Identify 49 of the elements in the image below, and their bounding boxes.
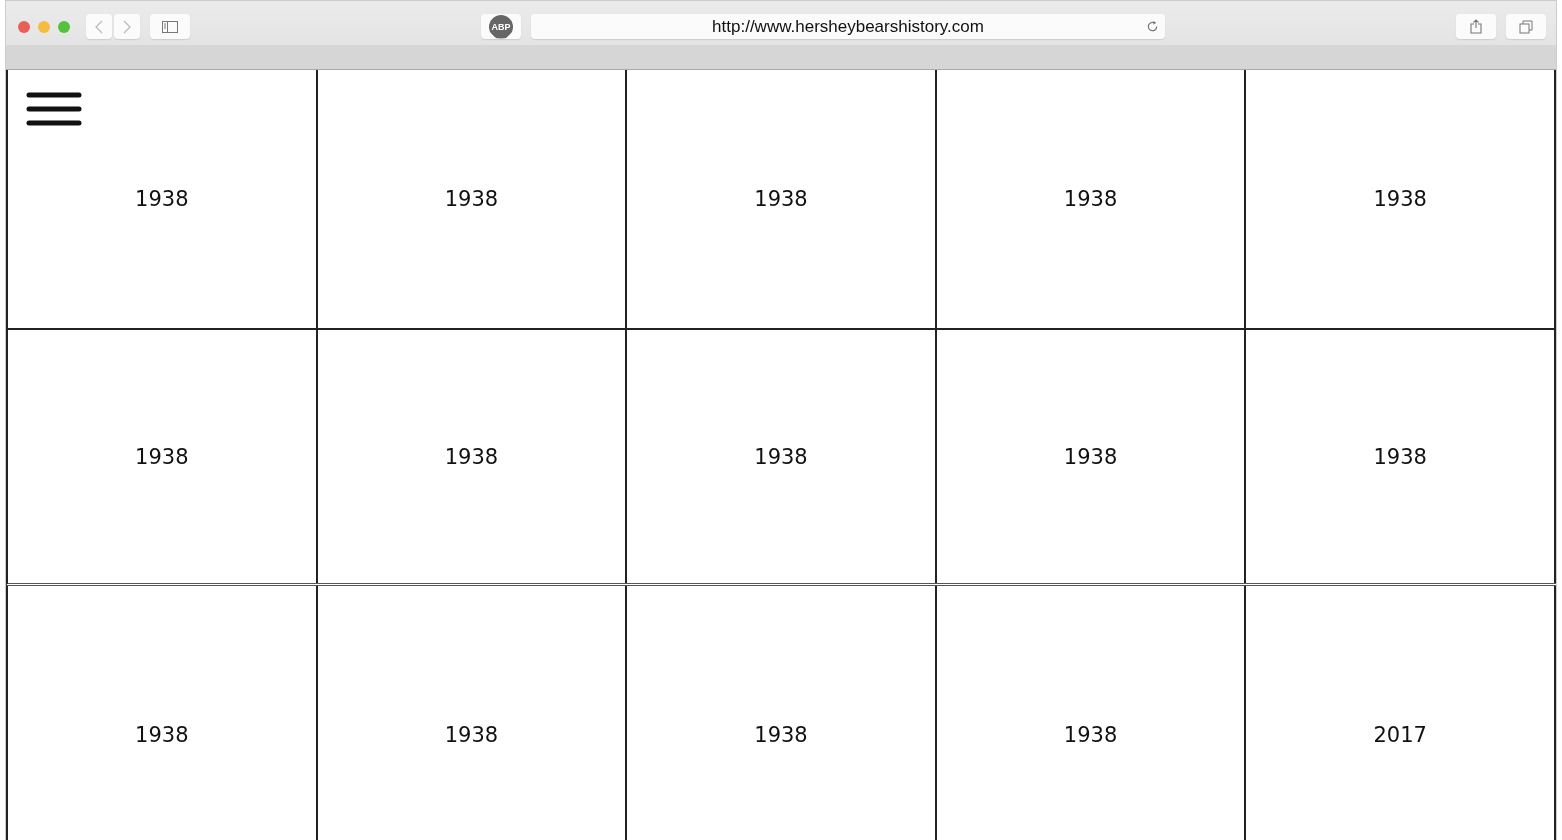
- year-label: 1938: [444, 723, 499, 747]
- year-label: 1938: [754, 187, 808, 211]
- forward-button[interactable]: [114, 14, 140, 39]
- share-icon: [1470, 19, 1482, 34]
- year-tile[interactable]: 1938: [8, 586, 318, 840]
- year-label: 1938: [1063, 444, 1118, 469]
- back-button[interactable]: [86, 14, 112, 39]
- year-tile[interactable]: 1938: [317, 70, 628, 330]
- year-tile[interactable]: 1938: [8, 330, 318, 583]
- year-tile[interactable]: 1938: [1246, 330, 1556, 583]
- year-label: 1938: [444, 187, 499, 211]
- year-tile[interactable]: 1938: [317, 330, 628, 583]
- url-text: http://www.hersheybearshistory.com: [712, 16, 984, 37]
- adblock-stop-icon: ABP: [489, 14, 513, 39]
- year-tile[interactable]: 1938: [936, 330, 1247, 583]
- reload-icon[interactable]: [1146, 20, 1159, 33]
- year-tile[interactable]: 2017: [1246, 586, 1556, 840]
- year-label: 1938: [1373, 444, 1427, 469]
- year-tile[interactable]: 1938: [936, 70, 1247, 330]
- sidebar-icon: [162, 20, 178, 33]
- year-tile[interactable]: 1938: [8, 70, 318, 330]
- year-tile[interactable]: 1938: [1246, 70, 1556, 330]
- year-tile[interactable]: 1938: [936, 586, 1247, 840]
- tabs-button[interactable]: [1506, 14, 1546, 39]
- zoom-button[interactable]: [58, 21, 70, 33]
- year-label: 1938: [1063, 723, 1118, 747]
- year-tile[interactable]: 1938: [627, 70, 937, 330]
- year-label: 1938: [754, 444, 808, 469]
- year-tile[interactable]: 1938: [317, 586, 628, 840]
- year-label: 1938: [135, 723, 189, 747]
- menu-icon[interactable]: [26, 91, 82, 127]
- address-bar[interactable]: http://www.hersheybearshistory.com: [531, 14, 1165, 39]
- tabs-icon: [1519, 19, 1533, 34]
- year-tile[interactable]: 1938: [627, 330, 937, 583]
- chevron-left-icon: [95, 19, 103, 34]
- close-button[interactable]: [18, 21, 30, 33]
- year-label: 1938: [754, 723, 808, 747]
- minimize-button[interactable]: [38, 21, 50, 33]
- year-tile[interactable]: 1938: [627, 586, 937, 840]
- share-button[interactable]: [1456, 14, 1496, 39]
- sidebar-button[interactable]: [150, 14, 190, 39]
- year-label: 1938: [1373, 187, 1427, 211]
- year-label: 1938: [135, 444, 189, 469]
- year-label: 1938: [135, 187, 189, 211]
- adblock-button[interactable]: ABP: [481, 14, 521, 39]
- year-label: 2017: [1373, 723, 1427, 747]
- year-label: 1938: [1063, 187, 1118, 211]
- chevron-right-icon: [123, 19, 131, 34]
- year-label: 1938: [444, 444, 499, 469]
